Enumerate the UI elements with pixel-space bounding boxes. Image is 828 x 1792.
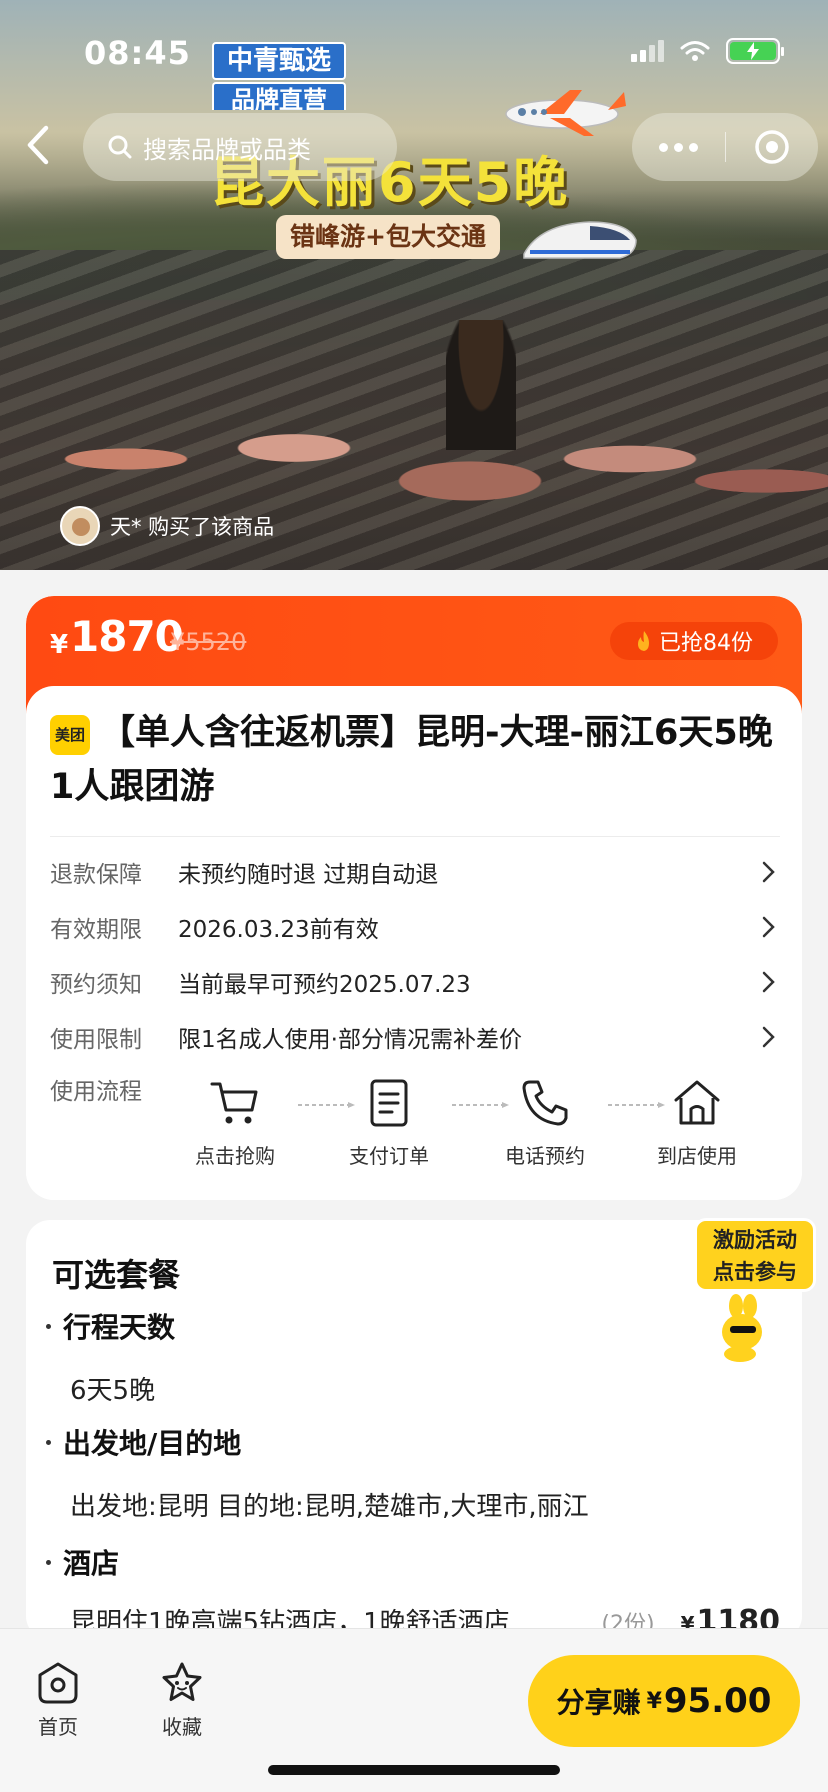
page: 中青甄选 品牌直营 昆大丽6天5晚 错峰游+包大交通 08:45 搜索品牌或品类… bbox=[0, 0, 828, 1792]
train-icon bbox=[523, 221, 637, 259]
cart-icon bbox=[210, 1082, 258, 1124]
hero-person bbox=[446, 320, 516, 450]
flow-step-buy: 点击抢购 bbox=[180, 1076, 290, 1169]
chevron-right-icon bbox=[762, 916, 775, 938]
product-title-text: 【单人含往返机票】昆明-大理-丽江6天5晚1人跟团游 bbox=[50, 713, 773, 807]
flow-step-label: 点击抢购 bbox=[195, 1144, 275, 1168]
usage-flow: 点击抢购 支付订单 电话预约 到店使用 bbox=[180, 1076, 780, 1186]
search-placeholder: 搜索品牌或品类 bbox=[143, 135, 311, 164]
chevron-right-icon bbox=[762, 971, 775, 993]
promo-tag: 激励活动 点击参与 bbox=[694, 1218, 816, 1292]
booking-notice-row[interactable]: 预约须知 当前最早可预约2025.07.23 bbox=[50, 958, 780, 1006]
row-key: 预约须知 bbox=[50, 972, 142, 998]
product-title: 【单人含往返机票】昆明-大理-丽江6天5晚1人跟团游 bbox=[50, 706, 780, 814]
hero-banner[interactable]: 中青甄选 品牌直营 昆大丽6天5晚 错峰游+包大交通 08:45 搜索品牌或品类… bbox=[0, 0, 828, 570]
package-section: 酒店 bbox=[46, 1542, 119, 1582]
cellular-signal-icon bbox=[631, 40, 664, 62]
original-price: ¥5520 bbox=[170, 628, 247, 656]
row-value: 2026.03.23前有效 bbox=[178, 917, 379, 943]
section-title: 出发地/目的地 bbox=[63, 1427, 242, 1460]
flow-step-call: 电话预约 bbox=[490, 1076, 600, 1169]
validity-row[interactable]: 有效期限 2026.03.23前有效 bbox=[50, 903, 780, 951]
package-section: 出发地/目的地 bbox=[46, 1422, 241, 1462]
price-currency: ¥ bbox=[50, 630, 69, 660]
row-value: 限1名成人使用·部分情况需补差价 bbox=[178, 1027, 522, 1053]
phone-icon bbox=[522, 1080, 568, 1126]
row-value: 当前最早可预约2025.07.23 bbox=[178, 972, 471, 998]
sold-count-text: 已抢84份 bbox=[659, 631, 753, 656]
home-indicator bbox=[268, 1765, 560, 1775]
flow-step-label: 电话预约 bbox=[505, 1144, 585, 1168]
sold-count-badge: 已抢84份 bbox=[610, 622, 778, 660]
divider bbox=[50, 836, 780, 837]
favorite-tab[interactable]: 收藏 bbox=[132, 1659, 232, 1740]
status-icons bbox=[631, 38, 784, 64]
home-tab[interactable]: 首页 bbox=[8, 1659, 108, 1740]
favorite-label: 收藏 bbox=[162, 1715, 202, 1739]
chevron-right-icon bbox=[762, 861, 775, 883]
search-input[interactable]: 搜索品牌或品类 bbox=[83, 113, 397, 181]
flow-step-visit: 到店使用 bbox=[642, 1076, 752, 1169]
flame-icon bbox=[638, 631, 649, 651]
section-value: 出发地:昆明 目的地:昆明,楚雄市,大理市,丽江 bbox=[70, 1492, 589, 1522]
target-icon bbox=[755, 130, 789, 164]
bottom-action-bar: 首页 收藏 分享赚 ¥ 95.00 bbox=[0, 1628, 828, 1792]
share-label: 分享赚 bbox=[556, 1686, 641, 1719]
battery-icon bbox=[726, 38, 784, 64]
promo-line2: 点击参与 bbox=[713, 1260, 797, 1284]
package-title: 可选套餐 bbox=[52, 1256, 181, 1294]
buyer-avatar bbox=[60, 506, 100, 546]
home-label: 首页 bbox=[38, 1715, 78, 1739]
section-title: 行程天数 bbox=[63, 1311, 176, 1344]
row-key: 有效期限 bbox=[50, 917, 142, 943]
promo-line1: 激励活动 bbox=[713, 1228, 797, 1252]
chevron-right-icon bbox=[762, 1026, 775, 1048]
close-miniapp-button[interactable] bbox=[726, 128, 819, 166]
share-earn-button[interactable]: 分享赚 ¥ 95.00 bbox=[528, 1655, 800, 1747]
store-icon bbox=[674, 1080, 720, 1125]
search-icon bbox=[108, 135, 132, 159]
usage-flow-label: 使用流程 bbox=[50, 1079, 142, 1105]
miniapp-capsule bbox=[632, 113, 818, 181]
package-card: 可选套餐 行程天数 6天5晚 出发地/目的地 出发地:昆明 目的地:昆明,楚雄市… bbox=[26, 1220, 802, 1640]
wifi-icon bbox=[680, 41, 710, 61]
flow-step-pay: 支付订单 bbox=[334, 1076, 444, 1169]
status-time: 08:45 bbox=[84, 34, 191, 72]
section-title: 酒店 bbox=[63, 1547, 120, 1580]
brand-badge-sub: 品牌直营 bbox=[212, 82, 346, 110]
share-currency: ¥ bbox=[646, 1688, 662, 1714]
product-info-card: ¥ 1870 ¥5520 已抢84份 美团 【单人含往返机票】昆明-大理-丽江6… bbox=[26, 596, 802, 1200]
row-key: 使用限制 bbox=[50, 1027, 142, 1053]
buyer-text: 天* 购买了该商品 bbox=[110, 515, 275, 539]
share-amount: 95.00 bbox=[663, 1681, 772, 1721]
mascot-icon bbox=[722, 1294, 772, 1362]
more-icon[interactable] bbox=[632, 142, 725, 152]
back-icon[interactable] bbox=[20, 122, 54, 168]
flow-step-label: 到店使用 bbox=[657, 1144, 737, 1168]
order-document-icon bbox=[370, 1079, 408, 1127]
section-value: 6天5晚 bbox=[70, 1376, 156, 1406]
home-icon bbox=[38, 1662, 78, 1704]
current-price: 1870 bbox=[70, 612, 184, 661]
hero-tag: 错峰游+包大交通 bbox=[276, 215, 500, 259]
row-value: 未预约随时退 过期自动退 bbox=[178, 862, 439, 888]
refund-row[interactable]: 退款保障 未预约随时退 过期自动退 bbox=[50, 848, 780, 896]
package-section: 行程天数 bbox=[46, 1306, 175, 1346]
row-key: 退款保障 bbox=[50, 862, 142, 888]
incentive-activity-button[interactable]: 激励活动 点击参与 bbox=[694, 1218, 816, 1362]
star-icon bbox=[162, 1662, 202, 1701]
brand-badge: 中青甄选 bbox=[212, 42, 346, 80]
airplane-icon bbox=[505, 90, 626, 136]
usage-limit-row[interactable]: 使用限制 限1名成人使用·部分情况需补差价 bbox=[50, 1013, 780, 1061]
recent-buyer-notice: 天* 购买了该商品 bbox=[60, 506, 274, 546]
flow-step-label: 支付订单 bbox=[349, 1144, 429, 1168]
